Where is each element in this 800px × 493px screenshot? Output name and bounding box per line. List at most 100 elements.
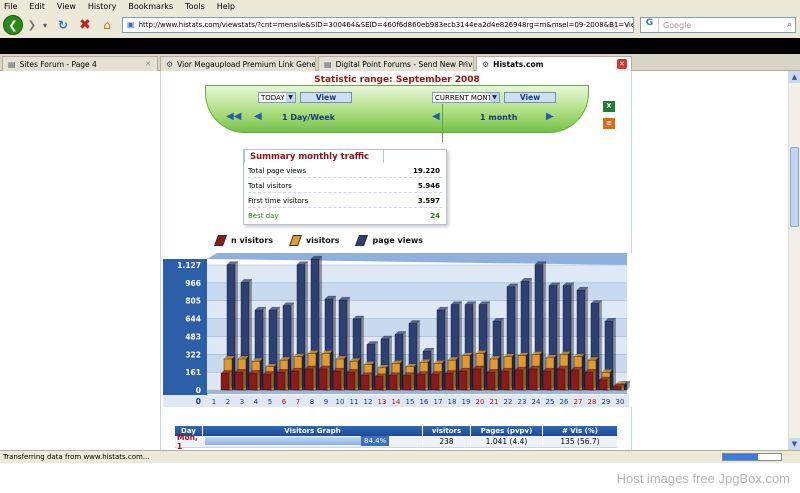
bar-n-visitors: [486, 372, 496, 391]
legend-label: page views: [372, 236, 424, 245]
menu-history[interactable]: History: [88, 2, 116, 11]
excel-export-icon[interactable]: X: [603, 101, 615, 112]
y-tick-label: 161: [185, 368, 201, 377]
bar-visitors-side: [582, 353, 585, 390]
search-icon[interactable]: ⌕: [787, 20, 792, 30]
address-url: http://www.histats.com/viewstats/?cnt=me…: [138, 21, 634, 29]
home-icon: ⌂: [103, 18, 111, 32]
bookmarks-toolbar: [0, 38, 800, 54]
previous-month-icon[interactable]: ◀: [432, 111, 440, 122]
visitors-graph-bar: [205, 437, 361, 445]
col-visitors-graph: Visitors Graph: [203, 426, 423, 436]
tab-close-icon[interactable]: ✕: [459, 59, 469, 69]
menu-view[interactable]: View: [57, 2, 76, 11]
x-tick-label: 22: [504, 398, 513, 406]
x-tick-label: 4: [254, 398, 259, 406]
bar-n-visitors-side: [355, 369, 358, 390]
bar-n-visitors: [248, 373, 258, 391]
bar-n-visitors-side: [313, 365, 316, 390]
monthly-traffic-chart: 01613224836448059661.1271 2 3 4 5 6 7 8 9 10 11 12 1…: [161, 253, 633, 407]
legend-page-views: page views: [355, 235, 424, 246]
bar-n-visitors: [528, 368, 538, 391]
row-day[interactable]: Mon, 1: [175, 433, 203, 450]
scroll-thumb[interactable]: [790, 147, 799, 227]
tab-close-icon[interactable]: ✕: [143, 59, 153, 69]
gear-icon: ⚙: [482, 59, 490, 69]
bar-visitors-side: [372, 361, 375, 390]
tab-histats[interactable]: ⚙ Histats.com ✕: [476, 56, 632, 71]
history-dropdown-button[interactable]: ▾: [40, 16, 50, 34]
scroll-up-icon[interactable]: ▲: [789, 71, 800, 83]
status-text: Transferring data from www.histats.com..…: [3, 453, 150, 461]
x-tick-label: 16: [420, 398, 429, 406]
view-month-button[interactable]: View: [504, 92, 556, 103]
x-tick-label: 5: [268, 398, 272, 406]
status-bar: Transferring data from www.histats.com..…: [0, 450, 800, 463]
tab-close-icon[interactable]: ✕: [301, 59, 311, 69]
tab-digital-point[interactable]: ▤ Digital Point Forums - Send New Privat…: [318, 56, 474, 71]
vertical-scrollbar[interactable]: ▲ ▼: [788, 71, 800, 450]
bar-visitors-side: [540, 351, 543, 390]
address-bar[interactable]: ▣ http://www.histats.com/viewstats/?cnt=…: [122, 17, 634, 33]
x-tick-label: 9: [324, 398, 328, 406]
scroll-down-icon[interactable]: ▼: [789, 438, 800, 450]
visitors-table: Day Visitors Graph visitors Pages (pvpv)…: [175, 426, 617, 450]
search-placeholder: Google: [663, 20, 692, 30]
menu-edit[interactable]: Edit: [29, 2, 45, 11]
bar-n-visitors-side: [579, 367, 582, 390]
bookmark-star-button[interactable]: ☆: [608, 17, 622, 35]
legend-visitors: visitors: [288, 235, 340, 246]
bar-n-visitors-side: [369, 372, 372, 390]
bar-n-visitors: [276, 372, 286, 391]
reload-icon: ↻: [57, 18, 69, 32]
bar-n-visitors: [458, 370, 468, 391]
tab-close-icon[interactable]: ✕: [617, 59, 627, 69]
legend-swatch: [213, 235, 228, 246]
y-tick-label: 966: [185, 279, 201, 288]
x-tick-label: 29: [602, 398, 611, 406]
tab-label: Histats.com: [493, 59, 544, 69]
tab-megaupload[interactable]: ⚙ Vior Megaupload Premium Link Generator…: [160, 56, 316, 71]
x-tick-label: 23: [518, 398, 527, 406]
statistic-range-title: Statistic range: September 2008: [314, 75, 480, 85]
histats-page: Statistic range: September 2008 TODAY ▼ …: [160, 71, 633, 450]
legend-label: visitors: [305, 236, 340, 245]
x-tick-label: 26: [560, 398, 569, 406]
reload-button[interactable]: ↻: [55, 16, 71, 34]
bar-n-visitors-side: [425, 371, 428, 390]
bar-n-visitors: [500, 370, 510, 391]
bar-n-visitors: [262, 374, 272, 391]
menu-bookmarks[interactable]: Bookmarks: [128, 2, 173, 11]
legend-swatch: [355, 235, 369, 246]
bar-n-visitors-side: [439, 371, 442, 390]
home-button[interactable]: ⌂: [99, 16, 115, 34]
menu-tools[interactable]: Tools: [185, 2, 205, 11]
tab-sites-forum[interactable]: ▤ Sites Forum - Page 4 ✕: [2, 56, 158, 71]
previous-day-icon[interactable]: ◀: [254, 111, 262, 122]
stop-button[interactable]: ✖: [77, 16, 93, 34]
google-engine-icon[interactable]: G: [641, 18, 659, 32]
bar-visitors-side: [274, 363, 277, 390]
back-button[interactable]: ❮: [3, 15, 23, 35]
view-day-button[interactable]: View: [300, 92, 352, 103]
month-range-select[interactable]: CURRENT MONTH ▼: [432, 92, 500, 103]
menu-file[interactable]: File: [4, 2, 17, 11]
menu-help[interactable]: Help: [217, 2, 235, 11]
url-history-dropdown[interactable]: ▾: [622, 17, 632, 35]
bar-visitors-side: [498, 355, 501, 390]
forward-button[interactable]: ❯: [25, 16, 39, 34]
search-input[interactable]: G Google ⌕: [640, 17, 796, 33]
bar-n-visitors-side: [285, 369, 288, 390]
y-tick-label: 805: [185, 297, 201, 306]
y-tick-label: 483: [185, 332, 201, 341]
bar-n-visitors: [318, 368, 328, 391]
watermark-footer: Host images free JpgBox.com: [0, 463, 800, 493]
next-month-icon[interactable]: ▶: [546, 111, 554, 122]
day-range-select[interactable]: TODAY ▼: [258, 92, 296, 103]
row-vis-pct: 135 (56.7): [560, 437, 600, 446]
bar-visitors-side: [470, 352, 473, 390]
csv-export-icon[interactable]: ≡: [603, 118, 615, 129]
watermark-text: Host images free JpgBox.com: [616, 470, 790, 486]
page-icon: ▤: [324, 59, 332, 69]
rewind-icon[interactable]: ◀◀: [226, 111, 241, 122]
